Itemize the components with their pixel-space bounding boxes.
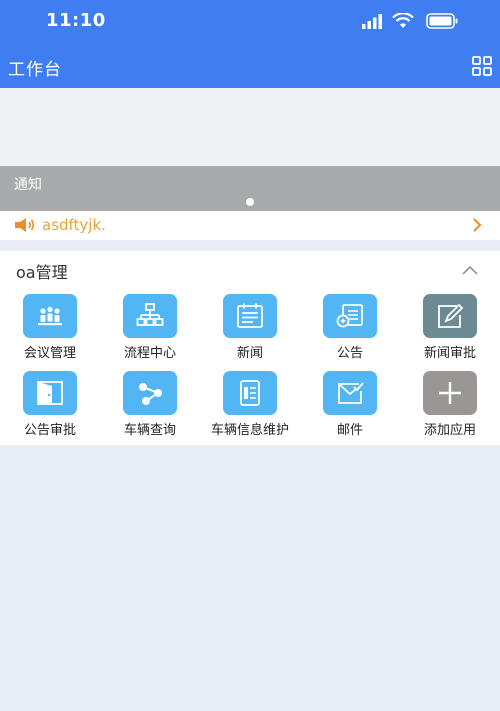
meeting-icon <box>23 294 77 338</box>
app-label: 邮件 <box>336 423 363 438</box>
app-label: 车辆信息维护 <box>210 423 289 438</box>
app-label: 新闻 <box>236 346 263 361</box>
announcement-icon <box>323 294 377 338</box>
banner-page-dot <box>246 198 254 206</box>
edit-icon <box>423 294 477 338</box>
notice-text: asdftyjk. <box>42 216 106 234</box>
speaker-icon <box>15 218 35 232</box>
news-icon <box>223 294 277 338</box>
door-icon <box>23 371 77 415</box>
app-news-approval[interactable]: 新闻审批 <box>400 294 500 370</box>
battery-icon <box>426 13 458 29</box>
id-card-icon <box>223 371 277 415</box>
app-meeting[interactable]: 会议管理 <box>0 294 100 370</box>
page-title: 工作台 <box>8 60 62 80</box>
app-label: 车辆查询 <box>123 423 176 438</box>
app-mail[interactable]: 邮件 <box>300 371 400 447</box>
app-news[interactable]: 新闻 <box>200 294 300 370</box>
plus-icon <box>423 371 477 415</box>
share-icon <box>123 371 177 415</box>
banner-caption-text: 通知 <box>14 177 42 193</box>
app-workflow[interactable]: 流程中心 <box>100 294 200 370</box>
app-label: 新闻审批 <box>423 346 476 361</box>
banner-caption[interactable]: 通知 <box>0 166 500 211</box>
flowchart-icon <box>123 294 177 338</box>
app-label: 流程中心 <box>123 346 176 361</box>
signal-icon <box>362 14 382 29</box>
wifi-icon <box>392 13 414 28</box>
app-add[interactable]: 添加应用 <box>400 371 500 447</box>
mail-icon <box>323 371 377 415</box>
app-vehicle-maintenance[interactable]: 车辆信息维护 <box>200 371 300 447</box>
app-announcement-approval[interactable]: 公告审批 <box>0 371 100 447</box>
header-bar: 11:10 工作台 <box>0 0 500 88</box>
app-label: 会议管理 <box>23 346 76 361</box>
chevron-up-icon[interactable] <box>462 265 478 275</box>
app-vehicle-query[interactable]: 车辆查询 <box>100 371 200 447</box>
app-label: 添加应用 <box>423 423 476 438</box>
app-label: 公告 <box>336 346 363 361</box>
grid-icon[interactable] <box>472 56 492 76</box>
notice-bar[interactable]: asdftyjk. <box>0 211 500 240</box>
app-label: 公告审批 <box>23 423 76 438</box>
panel-title: oa管理 <box>16 263 68 282</box>
app-announcement[interactable]: 公告 <box>300 294 400 370</box>
oa-panel: oa管理 会议管理 流程中心 新闻 公告 新闻审批 公告审批 车辆查询 车辆信息… <box>0 251 500 445</box>
status-time: 11:10 <box>46 10 106 31</box>
chevron-right-icon[interactable] <box>472 218 482 232</box>
status-icons <box>356 13 476 31</box>
banner-image[interactable] <box>0 88 500 166</box>
